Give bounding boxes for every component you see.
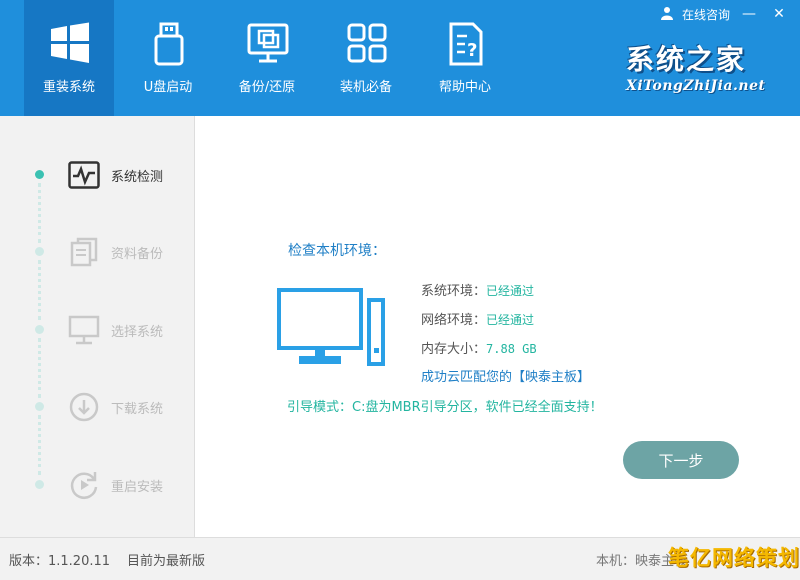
step-connector (38, 338, 44, 398)
step-dot-active (35, 170, 44, 179)
restart-icon (66, 467, 102, 503)
check-value: 7.88 GB (486, 342, 537, 356)
update-status: 目前为最新版 (127, 554, 206, 569)
step-select-system: 选择系统 (66, 312, 191, 348)
board-match-text: 成功云匹配您的【映泰主板】 (421, 366, 590, 385)
check-row-memory: 内存大小：7.88 GB (421, 338, 537, 357)
brand-domain: XiTongZhiJia.net (626, 78, 766, 94)
check-heading: 检查本机环境： (288, 243, 386, 259)
check-row-system: 系统环境：已经通过 (421, 280, 534, 299)
step-sidebar: 系统检测 资料备份 选择系统 下载系统 重启安装 (0, 116, 195, 537)
nav-essential-apps[interactable]: 装机必备 (321, 0, 411, 116)
minimize-button[interactable]: — (738, 4, 760, 24)
board-name: 【映泰主板】 (512, 370, 591, 385)
step-restart-install: 重启安装 (66, 467, 191, 503)
close-button[interactable]: ✕ (768, 4, 790, 24)
step-dot (35, 480, 44, 489)
step-dot (35, 325, 44, 334)
nav-label-backup: 备份/还原 (238, 80, 296, 95)
step-label: 选择系统 (111, 324, 164, 340)
step-download-system: 下载系统 (66, 389, 191, 425)
window-controls: 在线咨询 — ✕ (660, 4, 790, 24)
download-circle-icon (66, 389, 102, 425)
step-label: 重启安装 (111, 479, 164, 495)
nav-backup-restore[interactable]: 备份/还原 (222, 0, 312, 116)
step-connector (38, 260, 44, 320)
windows-logo-icon (51, 22, 89, 63)
nav-usb-boot[interactable]: U盘启动 (123, 0, 213, 116)
watermark: 笔亿网络策划 (668, 546, 800, 570)
version-text: 版本：1.1.20.11 (9, 554, 111, 569)
step-label: 系统检测 (111, 169, 164, 185)
match-prefix: 成功云匹配您的 (421, 370, 513, 385)
step-system-check: 系统检测 (66, 157, 191, 193)
step-connector (38, 183, 44, 243)
backup-restore-icon (247, 23, 289, 63)
documents-icon (66, 234, 102, 270)
step-data-backup: 资料备份 (66, 234, 191, 270)
check-value: 已经通过 (486, 284, 535, 298)
user-icon (660, 6, 674, 23)
next-step-button[interactable]: 下一步 (623, 441, 739, 479)
monitor-icon (66, 312, 102, 348)
help-document-icon: ? (449, 22, 483, 66)
computer-icon (277, 288, 385, 366)
step-label: 资料备份 (111, 246, 164, 262)
step-connector (38, 415, 44, 475)
check-key: 系统环境： (421, 284, 487, 299)
nav-reinstall-system[interactable]: 重装系统 (24, 0, 114, 116)
nav-help-center[interactable]: ? 帮助中心 (420, 0, 510, 116)
main-content: 检查本机环境： 系统环境：已经通过 网络环境：已经通过 内存大小：7.88 GB… (195, 116, 800, 537)
check-key: 网络环境： (421, 313, 487, 328)
online-consult-link[interactable]: 在线咨询 (682, 6, 730, 23)
nav-label-usb: U盘启动 (143, 80, 193, 95)
nav-label-essential: 装机必备 (339, 80, 392, 95)
check-key: 内存大小： (421, 342, 487, 357)
nav-label-reinstall: 重装系统 (42, 80, 95, 95)
svg-text:?: ? (467, 40, 477, 61)
step-dot (35, 247, 44, 256)
brand-name: 系统之家 (626, 43, 747, 76)
usb-drive-icon (154, 22, 184, 66)
nav-label-help: 帮助中心 (438, 80, 491, 95)
monitor-pulse-icon (66, 157, 102, 193)
title-bar: 重装系统 U盘启动 备份/还原 装机必备 ? 帮助中心 在线咨询 — ✕ 系统之… (0, 0, 800, 116)
check-value: 已经通过 (486, 313, 535, 327)
boot-mode-text: 引导模式：C:盘为MBR引导分区，软件已经全面支持！ (287, 400, 603, 415)
step-label: 下载系统 (111, 401, 164, 417)
check-row-network: 网络环境：已经通过 (421, 309, 534, 328)
step-dot (35, 402, 44, 411)
brand-logo: 系统之家 XiTongZhiJia.net (626, 43, 768, 95)
apps-grid-icon (347, 23, 387, 63)
